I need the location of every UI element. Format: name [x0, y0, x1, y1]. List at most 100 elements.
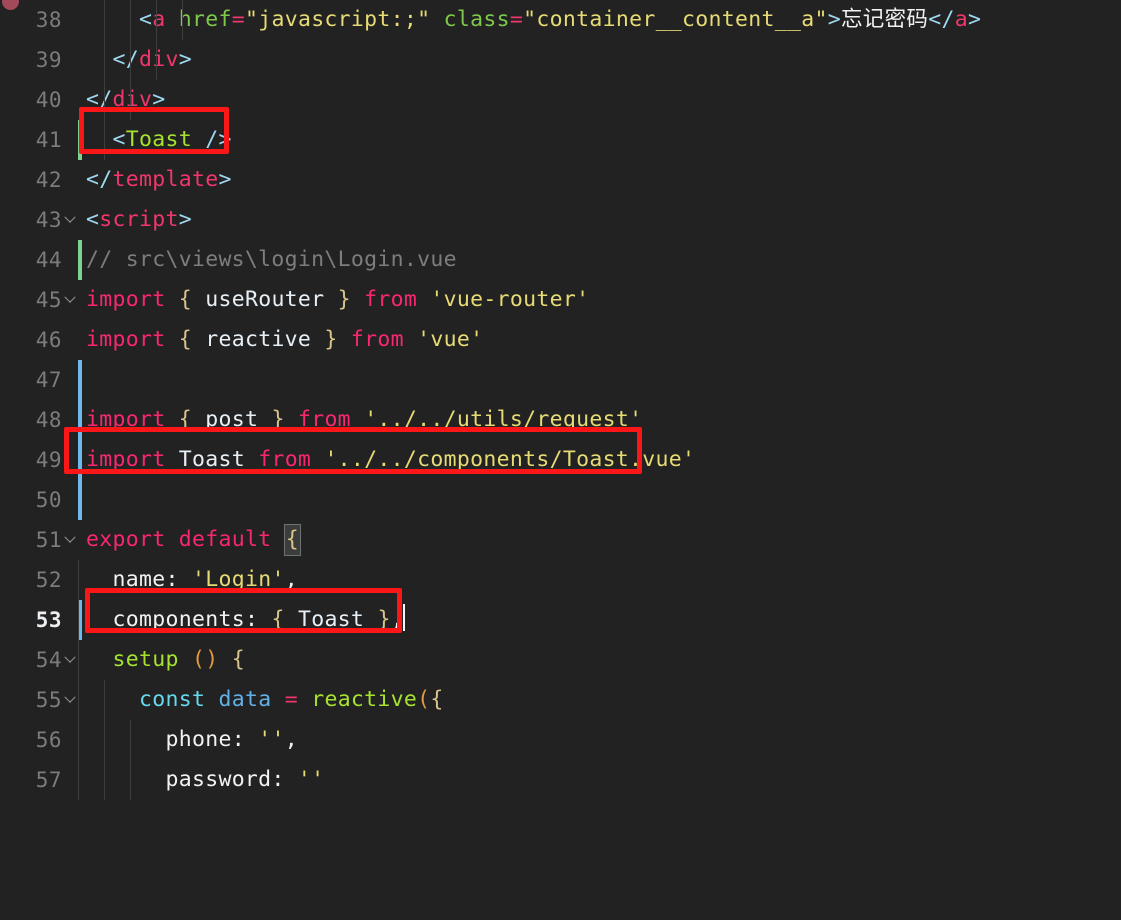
- line-number: 51: [35, 528, 62, 552]
- code-text-45: import { useRouter } from 'vue-router': [86, 287, 590, 312]
- gutter-46[interactable]: 46: [0, 320, 78, 360]
- change-marker-blue: [78, 480, 82, 520]
- line-number: 45: [35, 288, 62, 312]
- code-line-56[interactable]: 56 phone: '',: [0, 720, 1121, 760]
- gutter-57[interactable]: 57: [0, 760, 78, 800]
- gutter-41[interactable]: 41: [0, 120, 78, 160]
- change-marker-green: [78, 120, 82, 160]
- gutter-43[interactable]: 43: [0, 200, 78, 240]
- gutter-45[interactable]: 45: [0, 280, 78, 320]
- code-text-51: export default {: [86, 520, 301, 560]
- code-line-51[interactable]: 51 export default {: [0, 520, 1121, 560]
- line-number: 57: [35, 768, 62, 792]
- code-line-39[interactable]: 39 </div>: [0, 40, 1121, 80]
- code-line-43[interactable]: 43 <script>: [0, 200, 1121, 240]
- code-text-49: import Toast from '../../components/Toas…: [86, 447, 696, 472]
- chevron-down-icon[interactable]: [62, 280, 78, 320]
- code-editor[interactable]: 38 <a href="javascript:;" class="contain…: [0, 0, 1121, 800]
- code-line-49[interactable]: 49 import Toast from '../../components/T…: [0, 440, 1121, 480]
- gutter-50[interactable]: 50: [0, 480, 78, 520]
- text-cursor: [402, 604, 405, 631]
- code-line-46[interactable]: 46 import { reactive } from 'vue': [0, 320, 1121, 360]
- gutter-42[interactable]: 42: [0, 160, 78, 200]
- line-number: 54: [35, 648, 62, 672]
- chevron-down-icon[interactable]: [62, 640, 78, 680]
- line-number: 52: [35, 568, 62, 592]
- chevron-down-icon[interactable]: [62, 0, 78, 40]
- code-text-48: import { post } from '../../utils/reques…: [86, 407, 643, 432]
- line-number: 50: [35, 488, 62, 512]
- code-line-41[interactable]: 41 <Toast />: [0, 120, 1121, 160]
- line-number: 39: [35, 48, 62, 72]
- gutter-47[interactable]: 47: [0, 360, 78, 400]
- code-text-38: <a href="javascript:;" class="container_…: [86, 0, 981, 40]
- chevron-down-icon[interactable]: [62, 520, 78, 560]
- code-line-55[interactable]: 55 const data = reactive({: [0, 680, 1121, 720]
- line-number: 46: [35, 328, 62, 352]
- chevron-down-icon[interactable]: [62, 120, 78, 160]
- code-line-52[interactable]: 52 name: 'Login',: [0, 560, 1121, 600]
- line-number: 42: [35, 168, 62, 192]
- code-text-53: components: { Toast },: [78, 600, 405, 640]
- chevron-down-icon[interactable]: [62, 200, 78, 240]
- code-text-56: phone: '',: [78, 720, 298, 760]
- gutter-56[interactable]: 56: [0, 720, 78, 760]
- gutter-54[interactable]: 54: [0, 640, 78, 680]
- gutter-44[interactable]: 44: [0, 240, 78, 280]
- line-number: 44: [35, 248, 62, 272]
- chevron-down-icon[interactable]: [62, 560, 78, 600]
- line-number: 43: [35, 208, 62, 232]
- chevron-down-icon[interactable]: [62, 160, 78, 200]
- code-text-52: name: 'Login',: [78, 560, 298, 600]
- code-line-57[interactable]: 57 password: '': [0, 760, 1121, 800]
- code-text-40: </div>: [86, 80, 165, 120]
- chevron-down-icon[interactable]: [62, 680, 78, 720]
- line-number: 38: [35, 8, 62, 32]
- code-text-39: </div>: [86, 40, 192, 80]
- gutter-39[interactable]: 39: [0, 40, 78, 80]
- code-text-44: // src\views\login\Login.vue: [86, 247, 457, 272]
- code-line-45[interactable]: 45 import { useRouter } from 'vue-router…: [0, 280, 1121, 320]
- chevron-down-icon[interactable]: [62, 320, 78, 360]
- code-line-47[interactable]: 47: [0, 360, 1121, 400]
- gutter-51[interactable]: 51: [0, 520, 78, 560]
- change-marker-blue: [78, 440, 82, 480]
- chevron-down-icon[interactable]: [62, 760, 78, 800]
- gutter-40[interactable]: 40: [0, 80, 78, 120]
- code-text-55: const data = reactive({: [78, 680, 444, 720]
- chevron-down-icon[interactable]: [62, 240, 78, 280]
- chevron-down-icon[interactable]: [62, 400, 78, 440]
- code-line-40[interactable]: 40 </div>: [0, 80, 1121, 120]
- gutter-38[interactable]: 38: [0, 0, 78, 40]
- chevron-down-icon[interactable]: [62, 480, 78, 520]
- code-line-44[interactable]: 44 // src\views\login\Login.vue: [0, 240, 1121, 280]
- code-line-54[interactable]: 54 setup () {: [0, 640, 1121, 680]
- code-text-43: <script>: [86, 207, 192, 232]
- code-line-48[interactable]: 48 import { post } from '../../utils/req…: [0, 400, 1121, 440]
- line-number: 55: [35, 688, 62, 712]
- gutter-55[interactable]: 55: [0, 680, 78, 720]
- gutter-52[interactable]: 52: [0, 560, 78, 600]
- line-number: 47: [35, 368, 62, 392]
- chevron-down-icon[interactable]: [62, 360, 78, 400]
- chevron-down-icon[interactable]: [62, 720, 78, 760]
- chevron-down-icon[interactable]: [62, 600, 78, 640]
- code-line-50[interactable]: 50: [0, 480, 1121, 520]
- gutter-48[interactable]: 48: [0, 400, 78, 440]
- code-text-54: setup () {: [78, 640, 245, 680]
- chevron-down-icon[interactable]: [62, 440, 78, 480]
- code-line-53[interactable]: 53 components: { Toast },: [0, 600, 1121, 640]
- code-text-42: </template>: [86, 167, 232, 192]
- bracket-match-highlight: {: [283, 524, 301, 556]
- change-marker-blue: [78, 360, 82, 400]
- line-number: 49: [35, 448, 62, 472]
- code-line-42[interactable]: 42 </template>: [0, 160, 1121, 200]
- chevron-down-icon[interactable]: [62, 80, 78, 120]
- change-marker-green: [78, 240, 82, 280]
- change-marker-blue: [78, 400, 82, 440]
- gutter-53[interactable]: 53: [0, 600, 78, 640]
- chevron-down-icon[interactable]: [62, 40, 78, 80]
- code-text-57: password: '': [78, 760, 324, 800]
- gutter-49[interactable]: 49: [0, 440, 78, 480]
- code-line-38[interactable]: 38 <a href="javascript:;" class="contain…: [0, 0, 1121, 40]
